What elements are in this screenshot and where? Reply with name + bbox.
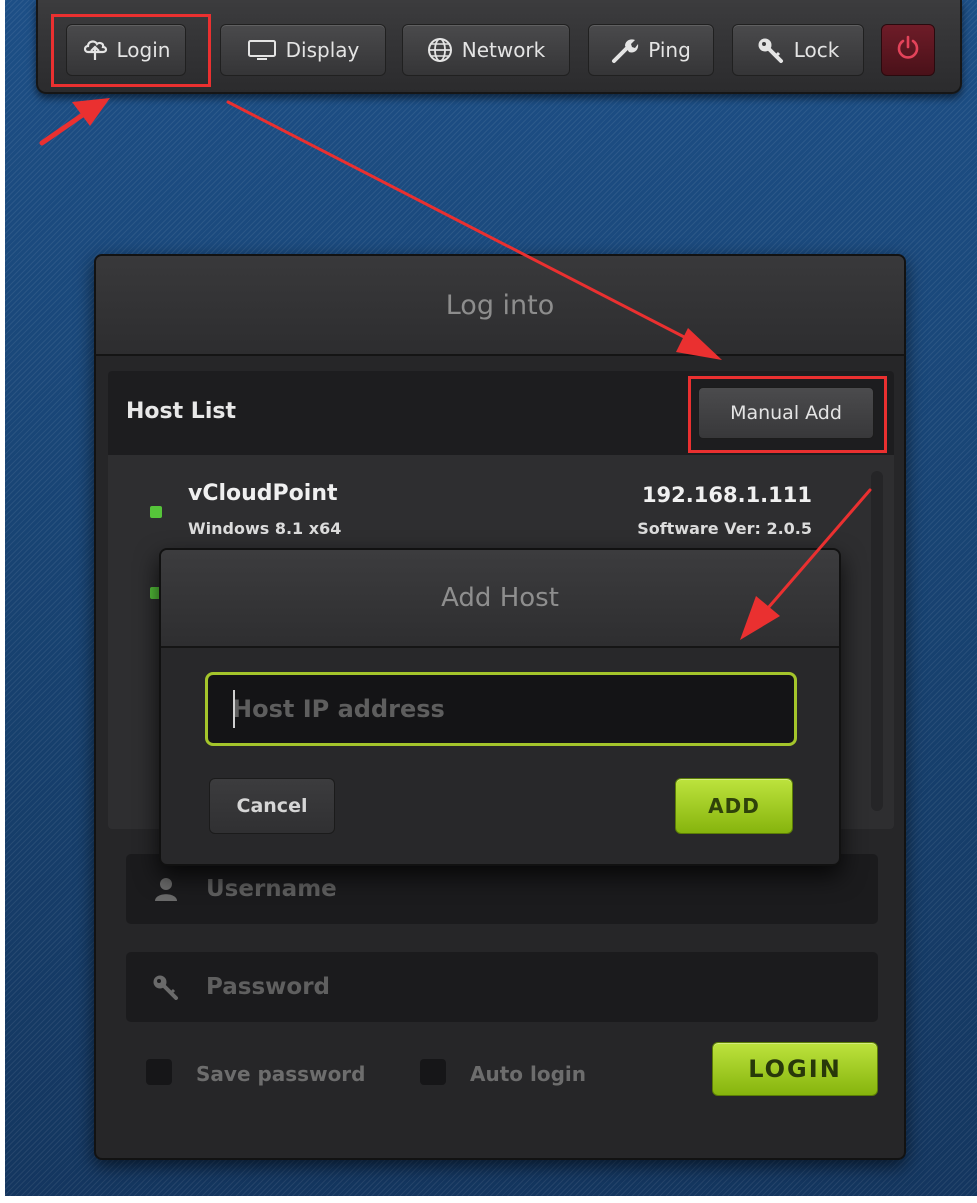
host-name: vCloudPoint — [188, 481, 338, 506]
login-highlight-box — [51, 14, 211, 87]
bottom-border — [0, 1196, 977, 1203]
password-field[interactable]: Password — [126, 952, 878, 1022]
password-placeholder: Password — [206, 974, 330, 1000]
text-cursor — [233, 690, 235, 728]
display-toolbar-button[interactable]: Display — [220, 24, 386, 76]
user-icon — [126, 876, 206, 902]
host-list-title: Host List — [126, 399, 236, 424]
power-icon — [895, 34, 921, 66]
ping-toolbar-label: Ping — [648, 38, 691, 62]
manual-add-highlight-box — [688, 376, 887, 453]
add-button[interactable]: ADD — [675, 778, 793, 834]
arrow-to-login-icon — [39, 98, 110, 146]
save-password-label: Save password — [196, 1062, 366, 1086]
login-button[interactable]: LOGIN — [712, 1042, 878, 1096]
host-os: Windows 8.1 x64 — [188, 519, 342, 538]
cancel-button[interactable]: Cancel — [209, 778, 335, 834]
key-icon — [757, 37, 785, 63]
auto-login-label: Auto login — [470, 1062, 586, 1086]
lock-toolbar-label: Lock — [793, 38, 840, 62]
network-toolbar-label: Network — [461, 38, 546, 62]
wrench-icon — [611, 36, 639, 64]
save-password-checkbox[interactable] — [146, 1059, 172, 1085]
host-ip-input[interactable] — [205, 672, 797, 746]
ping-toolbar-button[interactable]: Ping — [588, 24, 714, 76]
power-button[interactable] — [881, 24, 935, 76]
display-toolbar-label: Display — [285, 38, 360, 62]
left-border — [0, 0, 5, 1203]
lock-toolbar-button[interactable]: Lock — [732, 24, 864, 76]
online-status-icon — [150, 506, 162, 518]
globe-icon — [427, 37, 453, 63]
add-host-title: Add Host — [161, 550, 839, 648]
host-ip: 192.168.1.111 — [641, 483, 812, 507]
network-toolbar-button[interactable]: Network — [402, 24, 570, 76]
auto-login-checkbox[interactable] — [420, 1059, 446, 1085]
key-icon — [126, 974, 206, 1000]
login-panel-title: Log into — [96, 256, 904, 356]
monitor-icon — [247, 39, 277, 61]
add-host-dialog: Add Host Cancel ADD — [159, 548, 841, 866]
username-placeholder: Username — [206, 876, 337, 902]
host-version: Software Ver: 2.0.5 — [637, 519, 812, 538]
host-list-scrollbar[interactable] — [871, 471, 883, 811]
